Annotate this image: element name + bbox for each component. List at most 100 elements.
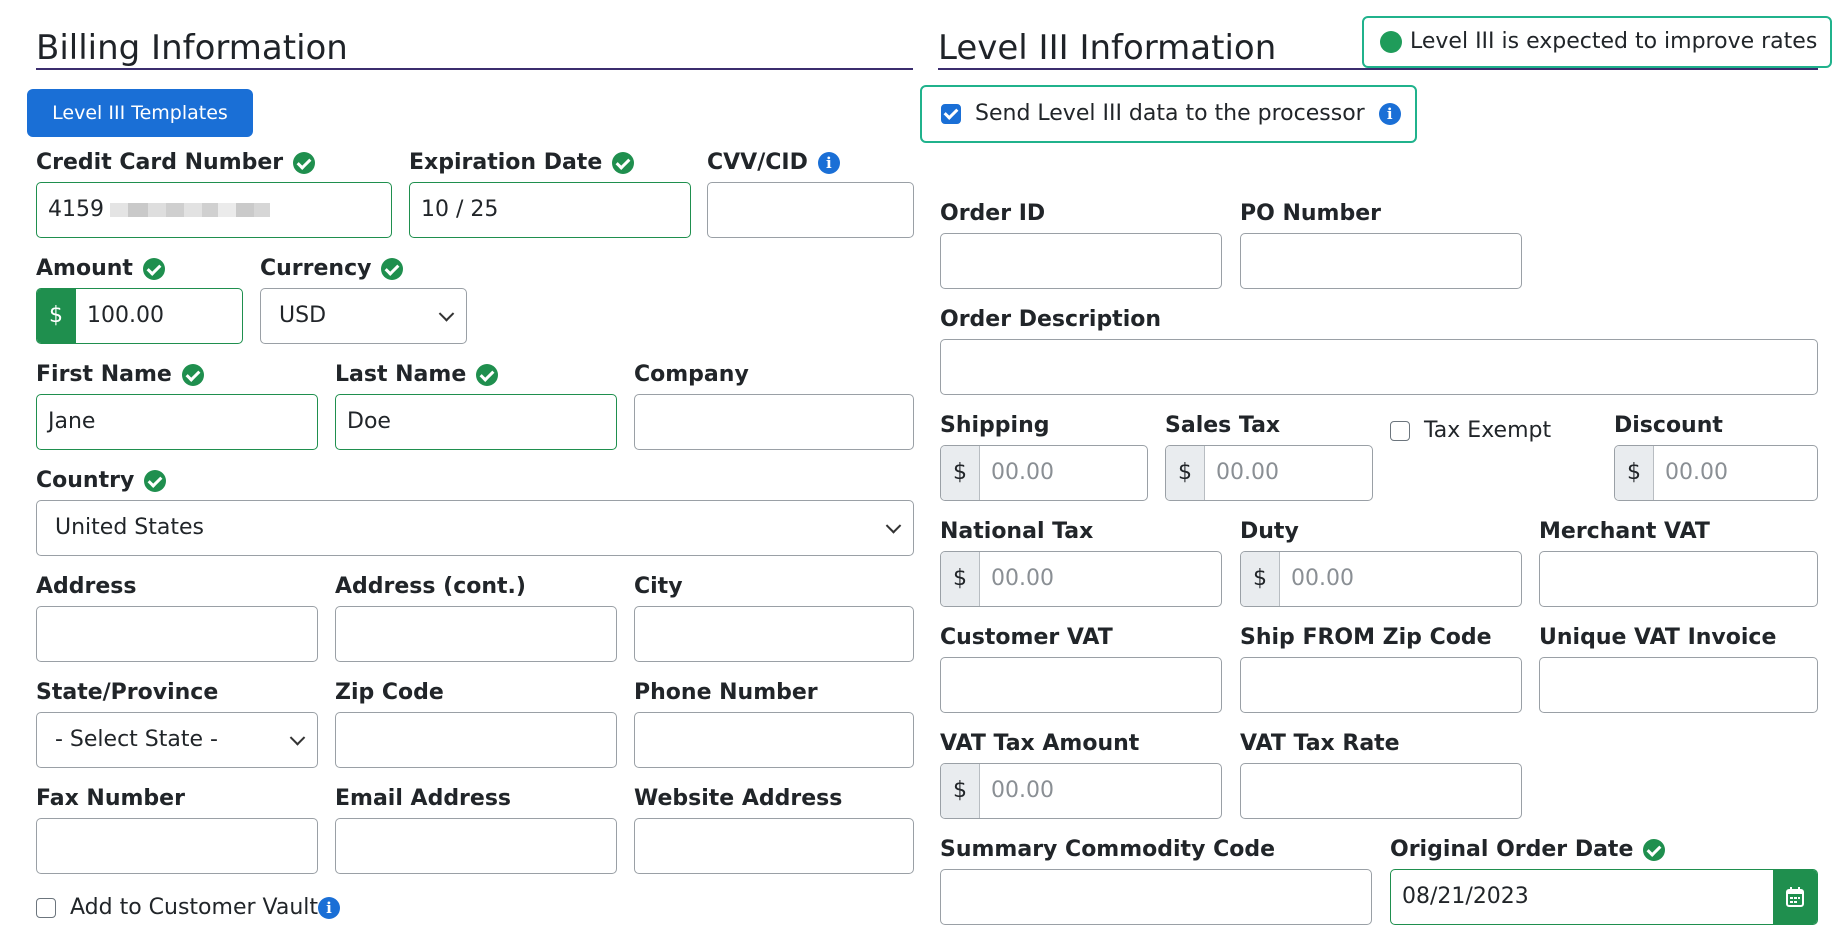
- original-order-date-input[interactable]: 08/21/2023: [1390, 869, 1818, 925]
- duty-placeholder: 00.00: [1291, 566, 1354, 591]
- tax-exempt-checkbox[interactable]: [1390, 421, 1410, 441]
- original-order-date-value: 08/21/2023: [1402, 884, 1529, 909]
- address-cont-input[interactable]: [335, 606, 617, 662]
- check-circle-icon: [181, 364, 204, 386]
- national-tax-label: National Tax: [940, 519, 1094, 544]
- credit-card-number-input[interactable]: 4159: [36, 182, 392, 238]
- discount-input[interactable]: $ 00.00: [1614, 445, 1818, 501]
- duty-input[interactable]: $ 00.00: [1240, 551, 1522, 607]
- unique-vat-invoice-label: Unique VAT Invoice: [1539, 625, 1777, 650]
- merchant-vat-label: Merchant VAT: [1539, 519, 1710, 544]
- state-label: State/Province: [36, 680, 219, 705]
- currency-value: USD: [279, 303, 327, 328]
- info-icon[interactable]: i: [318, 897, 340, 919]
- dollar-addon: $: [1241, 552, 1280, 606]
- currency-select[interactable]: USD: [260, 288, 467, 344]
- state-select[interactable]: - Select State -: [36, 712, 318, 768]
- calendar-button[interactable]: [1773, 870, 1817, 924]
- discount-label: Discount: [1614, 413, 1723, 438]
- summary-commodity-code-input[interactable]: [940, 869, 1372, 925]
- zip-input[interactable]: [335, 712, 617, 768]
- email-input[interactable]: [335, 818, 617, 874]
- currency-label-text: Currency: [260, 256, 372, 281]
- national-tax-input[interactable]: $ 00.00: [940, 551, 1222, 607]
- customer-vat-label: Customer VAT: [940, 625, 1113, 650]
- amount-value: 100.00: [87, 303, 164, 328]
- last-name-input[interactable]: Doe: [335, 394, 617, 450]
- vat-tax-rate-label: VAT Tax Rate: [1240, 731, 1400, 756]
- ship-from-zip-input[interactable]: [1240, 657, 1522, 713]
- address-label: Address: [36, 574, 137, 599]
- expiration-date-input[interactable]: 10 / 25: [409, 182, 691, 238]
- shipping-placeholder: 00.00: [991, 460, 1054, 485]
- check-circle-icon: [381, 258, 404, 280]
- dollar-addon: $: [941, 446, 980, 500]
- check-circle-icon: [293, 152, 316, 174]
- order-id-input[interactable]: [940, 233, 1222, 289]
- original-order-date-label: Original Order Date: [1390, 836, 1666, 864]
- credit-card-number-value: 4159: [48, 197, 104, 222]
- fax-input[interactable]: [36, 818, 318, 874]
- send-level3-checkbox[interactable]: [941, 104, 961, 124]
- country-label: Country: [36, 467, 167, 495]
- dollar-addon: $: [941, 764, 980, 818]
- vat-tax-amount-input[interactable]: $ 00.00: [940, 763, 1222, 819]
- level3-templates-button[interactable]: Level III Templates: [27, 89, 253, 137]
- country-value: United States: [55, 515, 204, 540]
- check-circle-icon: [144, 470, 167, 492]
- info-icon[interactable]: i: [1378, 103, 1401, 125]
- level3-title-rule: [938, 68, 1818, 70]
- first-name-label: First Name: [36, 361, 204, 389]
- order-description-input[interactable]: [940, 339, 1818, 395]
- vat-tax-rate-input[interactable]: [1240, 763, 1522, 819]
- customer-vat-input[interactable]: [940, 657, 1222, 713]
- calendar-icon: [1786, 887, 1804, 907]
- last-name-label: Last Name: [335, 361, 499, 389]
- city-label: City: [634, 574, 683, 599]
- website-label: Website Address: [634, 786, 843, 811]
- amount-label: Amount: [36, 255, 165, 283]
- chevron-down-icon: [438, 306, 455, 322]
- po-number-label: PO Number: [1240, 201, 1382, 226]
- website-input[interactable]: [634, 818, 914, 874]
- city-input[interactable]: [634, 606, 914, 662]
- expiration-date-label-text: Expiration Date: [409, 150, 603, 175]
- company-label: Company: [634, 362, 749, 387]
- order-id-label: Order ID: [940, 201, 1046, 226]
- duty-label: Duty: [1240, 519, 1299, 544]
- po-number-input[interactable]: [1240, 233, 1522, 289]
- original-order-date-label-text: Original Order Date: [1390, 837, 1634, 862]
- amount-input[interactable]: $ 100.00: [36, 288, 243, 344]
- first-name-input[interactable]: Jane: [36, 394, 318, 450]
- add-to-vault-label: Add to Customer Vault: [70, 895, 319, 920]
- discount-placeholder: 00.00: [1665, 460, 1728, 485]
- expiration-date-label: Expiration Date: [409, 149, 635, 177]
- billing-title-rule: [36, 68, 913, 70]
- first-name-value: Jane: [48, 409, 96, 434]
- credit-card-number-label-text: Credit Card Number: [36, 150, 284, 175]
- cvv-label: CVV/CID i: [707, 149, 840, 177]
- level3-notice-badge: Level III is expected to improve rates: [1362, 16, 1832, 68]
- masked-card-digits: [110, 198, 270, 222]
- phone-input[interactable]: [634, 712, 914, 768]
- unique-vat-invoice-input[interactable]: [1539, 657, 1818, 713]
- level3-notice-text: Level III is expected to improve rates: [1410, 29, 1818, 54]
- last-name-label-text: Last Name: [335, 362, 467, 387]
- check-circle-icon: [612, 152, 635, 174]
- vat-tax-amount-label: VAT Tax Amount: [940, 731, 1140, 756]
- add-to-vault-checkbox[interactable]: [36, 898, 56, 918]
- zip-label: Zip Code: [335, 680, 444, 705]
- check-circle-icon: [142, 258, 165, 280]
- dollar-addon: $: [941, 552, 980, 606]
- merchant-vat-input[interactable]: [1539, 551, 1818, 607]
- info-icon[interactable]: i: [817, 152, 840, 174]
- send-level3-label: Send Level III data to the processor: [975, 101, 1365, 126]
- shipping-input[interactable]: $ 00.00: [940, 445, 1148, 501]
- company-input[interactable]: [634, 394, 914, 450]
- check-circle-icon: [476, 364, 499, 386]
- sales-tax-input[interactable]: $ 00.00: [1165, 445, 1373, 501]
- country-select[interactable]: United States: [36, 500, 914, 556]
- sales-tax-placeholder: 00.00: [1216, 460, 1279, 485]
- cvv-input[interactable]: [707, 182, 914, 238]
- address-input[interactable]: [36, 606, 318, 662]
